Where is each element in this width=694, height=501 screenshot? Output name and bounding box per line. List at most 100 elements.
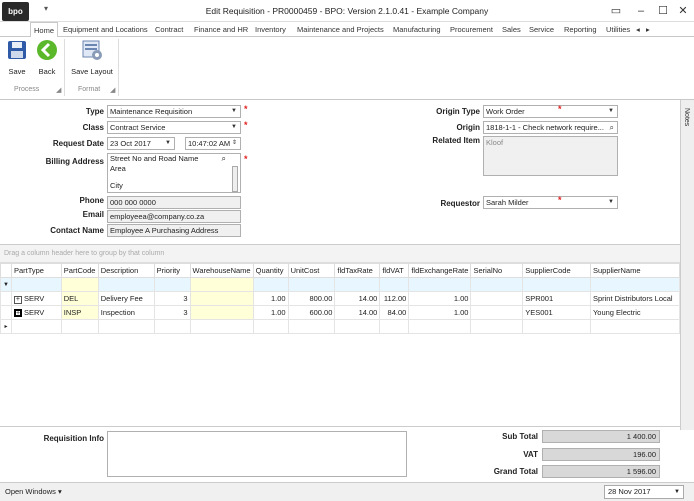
contact-name-field[interactable]: Employee A Purchasing Address: [107, 224, 241, 237]
new-row-cell[interactable]: [408, 319, 472, 334]
tab-finance-and-hr[interactable]: Finance and HR: [194, 22, 248, 37]
column-header[interactable]: PartType: [10, 263, 62, 278]
phone-field[interactable]: 000 000 0000: [107, 196, 241, 209]
requestor-select[interactable]: Sarah Milder ▼: [483, 196, 618, 209]
new-row-cell[interactable]: [97, 319, 155, 334]
filter-cell[interactable]: [287, 277, 336, 292]
column-header[interactable]: Priority: [153, 263, 191, 278]
tab-scroll-right-icon[interactable]: ▸: [646, 22, 650, 37]
filter-icon[interactable]: ▼: [0, 277, 12, 292]
cell-parttype[interactable]: + SERV: [10, 291, 62, 306]
tab-equipment-and-locations[interactable]: Equipment and Locations: [63, 22, 148, 37]
new-row-cell[interactable]: [379, 319, 410, 334]
cell-vat[interactable]: 84.00: [379, 305, 410, 320]
origin-type-select[interactable]: Work Order ▼: [483, 105, 618, 118]
email-field[interactable]: employeea@company.co.za: [107, 210, 241, 223]
new-row-cell[interactable]: [189, 319, 254, 334]
search-icon[interactable]: ⌕: [610, 122, 614, 133]
expand-icon[interactable]: +: [13, 295, 22, 304]
cell-suppliercode[interactable]: YES001: [522, 305, 591, 320]
new-row-cell[interactable]: [522, 319, 591, 334]
billing-address-field[interactable]: Street No and Road Name Area City ⌕: [107, 153, 241, 193]
filter-cell[interactable]: [60, 277, 99, 292]
cell-taxrate[interactable]: 14.00: [334, 305, 381, 320]
tab-service[interactable]: Service: [529, 22, 554, 37]
cell-serialno[interactable]: [470, 291, 524, 306]
column-header[interactable]: SupplierCode: [522, 263, 591, 278]
cell-warehousename[interactable]: [189, 305, 254, 320]
save-button[interactable]: Save: [6, 39, 28, 76]
new-row-cell[interactable]: [60, 319, 99, 334]
cell-description[interactable]: Delivery Fee: [97, 291, 155, 306]
new-row[interactable]: ▸: [0, 319, 681, 334]
filter-cell[interactable]: [408, 277, 472, 292]
new-row-cell[interactable]: [287, 319, 336, 334]
cell-priority[interactable]: 3: [153, 305, 191, 320]
billing-scrollbar[interactable]: [232, 166, 238, 192]
filter-cell[interactable]: [470, 277, 524, 292]
request-time-spinner[interactable]: 10:47:02 AM ⇕: [185, 137, 241, 150]
cell-suppliercode[interactable]: SPR001: [522, 291, 591, 306]
tab-manufacturing[interactable]: Manufacturing: [393, 22, 441, 37]
related-item-field[interactable]: Kloof: [483, 136, 618, 176]
requisition-info-field[interactable]: [107, 431, 407, 477]
cell-unitcost[interactable]: 800.00: [287, 291, 336, 306]
open-windows-menu[interactable]: Open Windows ▾: [5, 487, 62, 496]
cell-quantity[interactable]: 1.00: [252, 305, 289, 320]
filter-cell[interactable]: [252, 277, 289, 292]
cell-serialno[interactable]: [470, 305, 524, 320]
column-header[interactable]: SerialNo: [470, 263, 524, 278]
group-panel-hint[interactable]: Drag a column header here to group by th…: [0, 245, 680, 263]
table-row[interactable]: + SERV INSP Inspection 3 1.00 600.00 14.0…: [0, 305, 681, 320]
class-select[interactable]: Contract Service ▼: [107, 121, 241, 134]
cell-unitcost[interactable]: 600.00: [287, 305, 336, 320]
cell-description[interactable]: Inspection: [97, 305, 155, 320]
back-button[interactable]: Back: [36, 39, 58, 76]
column-header[interactable]: fldVAT: [379, 263, 410, 278]
row-indicator[interactable]: [0, 291, 12, 306]
search-icon[interactable]: ⌕: [222, 154, 226, 164]
cell-partcode[interactable]: INSP: [60, 305, 99, 320]
column-header[interactable]: PartCode: [60, 263, 99, 278]
filter-cell[interactable]: [10, 277, 62, 292]
column-header[interactable]: WarehouseName: [189, 263, 254, 278]
cell-priority[interactable]: 3: [153, 291, 191, 306]
cell-vat[interactable]: 112.00: [379, 291, 410, 306]
column-header[interactable]: Quantity: [252, 263, 289, 278]
row-indicator[interactable]: [0, 305, 12, 320]
new-row-cell[interactable]: [589, 319, 681, 334]
request-date-picker[interactable]: 23 Oct 2017 ▼: [107, 137, 175, 150]
tab-procurement[interactable]: Procurement: [450, 22, 493, 37]
column-header[interactable]: SupplierName: [589, 263, 681, 278]
cell-partcode[interactable]: DEL: [60, 291, 99, 306]
save-layout-button[interactable]: Save Layout: [70, 39, 114, 76]
cell-quantity[interactable]: 1.00: [252, 291, 289, 306]
cell-warehousename[interactable]: [189, 291, 254, 306]
tab-utilities[interactable]: Utilities: [606, 22, 630, 37]
ribbon-options-icon[interactable]: ▭: [605, 3, 627, 19]
origin-field[interactable]: 1818-1-1 - Check network require... ⌕: [483, 121, 618, 134]
tab-home[interactable]: Home: [30, 22, 59, 38]
expand-icon[interactable]: +: [13, 309, 22, 317]
new-row-indicator-icon[interactable]: ▸: [0, 319, 12, 334]
filter-cell[interactable]: [379, 277, 410, 292]
filter-cell[interactable]: [589, 277, 681, 292]
column-header[interactable]: fldTaxRate: [334, 263, 381, 278]
notes-side-tab[interactable]: Notes: [680, 100, 694, 430]
column-header[interactable]: fldExchangeRate: [408, 263, 472, 278]
filter-cell[interactable]: [334, 277, 381, 292]
maximize-icon[interactable]: ☐: [652, 3, 674, 19]
cell-taxrate[interactable]: 14.00: [334, 291, 381, 306]
cell-exchangerate[interactable]: 1.00: [408, 291, 472, 306]
new-row-cell[interactable]: [153, 319, 191, 334]
cell-suppliername[interactable]: Young Electric: [589, 305, 681, 320]
cell-suppliername[interactable]: Sprint Distributors Local: [589, 291, 681, 306]
filter-row[interactable]: ▼: [0, 277, 681, 292]
filter-cell[interactable]: [97, 277, 155, 292]
tab-sales[interactable]: Sales: [502, 22, 521, 37]
table-row[interactable]: + SERV DEL Delivery Fee 3 1.00 800.00 14.…: [0, 291, 681, 306]
filter-cell[interactable]: [153, 277, 191, 292]
tab-maintenance-and-projects[interactable]: Maintenance and Projects: [297, 22, 384, 37]
cell-exchangerate[interactable]: 1.00: [408, 305, 472, 320]
new-row-cell[interactable]: [252, 319, 289, 334]
